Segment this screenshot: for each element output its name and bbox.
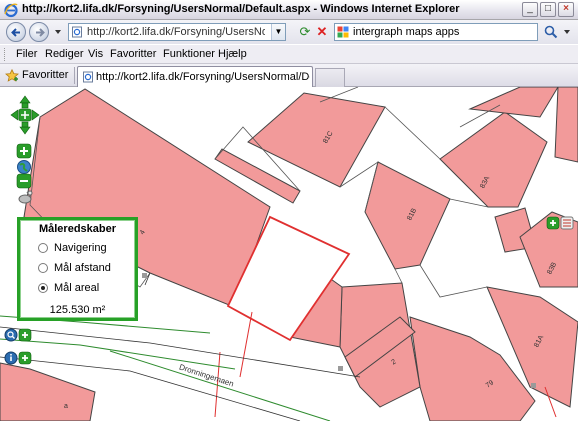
page-icon — [72, 26, 82, 38]
menu-bar: Filer Rediger Vis Favoritter Funktioner … — [0, 44, 578, 64]
forward-button[interactable] — [29, 22, 49, 42]
menu-grip — [4, 48, 7, 61]
search-icon[interactable] — [543, 24, 559, 40]
measure-tool-icon[interactable] — [16, 189, 34, 205]
favorites-separator — [74, 67, 75, 84]
parcel-81c — [247, 92, 386, 188]
address-url: http://kort2.lifa.dk/Forsyning/UsersNorm… — [87, 26, 265, 38]
option-navigate-label: Navigering — [54, 242, 107, 254]
menu-file[interactable]: Filer — [16, 48, 37, 60]
pan-arrows-icon[interactable] — [10, 95, 40, 135]
radio-measure-distance[interactable] — [38, 263, 48, 273]
menu-help[interactable]: Hjælp — [218, 48, 247, 60]
parcel-83a-north — [468, 87, 559, 118]
parcel-east-corner — [554, 87, 578, 163]
back-arrow-icon — [11, 28, 20, 37]
option-measure-distance-label: Mål afstand — [54, 262, 111, 274]
close-button[interactable]: × — [558, 2, 574, 17]
measure-panel-title: Måleredskaber — [38, 223, 117, 235]
map-view[interactable]: 81C 81B 83A 83B 81A 79 2 4 a Dronningema… — [0, 87, 578, 421]
forward-arrow-icon — [36, 28, 45, 37]
stop-icon[interactable]: ✕ — [314, 24, 330, 40]
minimize-button[interactable]: _ — [522, 2, 538, 17]
favorites-bar: Favoritter http://kort2.lifa.dk/Forsynin… — [0, 64, 578, 87]
back-button[interactable] — [6, 22, 26, 42]
layer-panel-toggle[interactable] — [546, 216, 574, 230]
address-toolbar: http://kort2.lifa.dk/Forsyning/UsersNorm… — [0, 20, 578, 44]
menu-edit[interactable]: Rediger — [45, 48, 84, 60]
zoom-in-icon[interactable] — [16, 143, 32, 159]
menu-view[interactable]: Vis — [88, 48, 103, 60]
search-dropdown-icon[interactable] — [563, 28, 571, 36]
search-provider-icon — [337, 26, 349, 38]
favorites-star-icon[interactable] — [5, 69, 19, 82]
window-title: http://kort2.lifa.dk/Forsyning/UsersNorm… — [22, 3, 460, 15]
measure-panel: Måleredskaber Navigering Mål afstand Mål… — [17, 217, 138, 321]
search-layer-toggle[interactable] — [4, 328, 32, 342]
browser-window: http://kort2.lifa.dk/Forsyning/UsersNorm… — [0, 0, 578, 421]
history-dropdown-icon[interactable] — [53, 27, 63, 37]
info-layer-toggle[interactable] — [4, 351, 32, 365]
measure-result: 125.530 m² — [49, 304, 106, 316]
tab-page-icon — [83, 71, 93, 83]
tab-title: http://kort2.lifa.dk/Forsyning/UsersNorm… — [96, 71, 310, 83]
search-field[interactable]: intergraph maps apps — [334, 23, 538, 41]
menu-tools[interactable]: Funktioner — [163, 48, 215, 60]
favorites-label[interactable]: Favoritter — [22, 69, 68, 81]
browser-tab-active[interactable]: http://kort2.lifa.dk/Forsyning/UsersNorm… — [77, 66, 313, 87]
option-measure-area-label: Mål areal — [54, 282, 100, 294]
maximize-button[interactable]: □ — [540, 2, 556, 17]
new-tab-button[interactable] — [315, 68, 345, 87]
address-dropdown-icon[interactable]: ▼ — [271, 24, 285, 40]
address-field[interactable]: http://kort2.lifa.dk/Forsyning/UsersNorm… — [68, 23, 286, 41]
parcel-southwest — [0, 362, 96, 421]
parcel-83a — [439, 111, 548, 208]
radio-measure-area[interactable] — [38, 283, 48, 293]
refresh-icon[interactable]: ⟳ — [297, 24, 313, 40]
internet-explorer-icon — [4, 3, 18, 18]
zoom-out-icon[interactable] — [16, 173, 32, 189]
title-bar: http://kort2.lifa.dk/Forsyning/UsersNorm… — [0, 0, 578, 20]
parcel-label-a: a — [64, 403, 68, 410]
radio-navigate[interactable] — [38, 243, 48, 253]
menu-favorites[interactable]: Favoritter — [110, 48, 156, 60]
search-query: intergraph maps apps — [353, 26, 460, 38]
